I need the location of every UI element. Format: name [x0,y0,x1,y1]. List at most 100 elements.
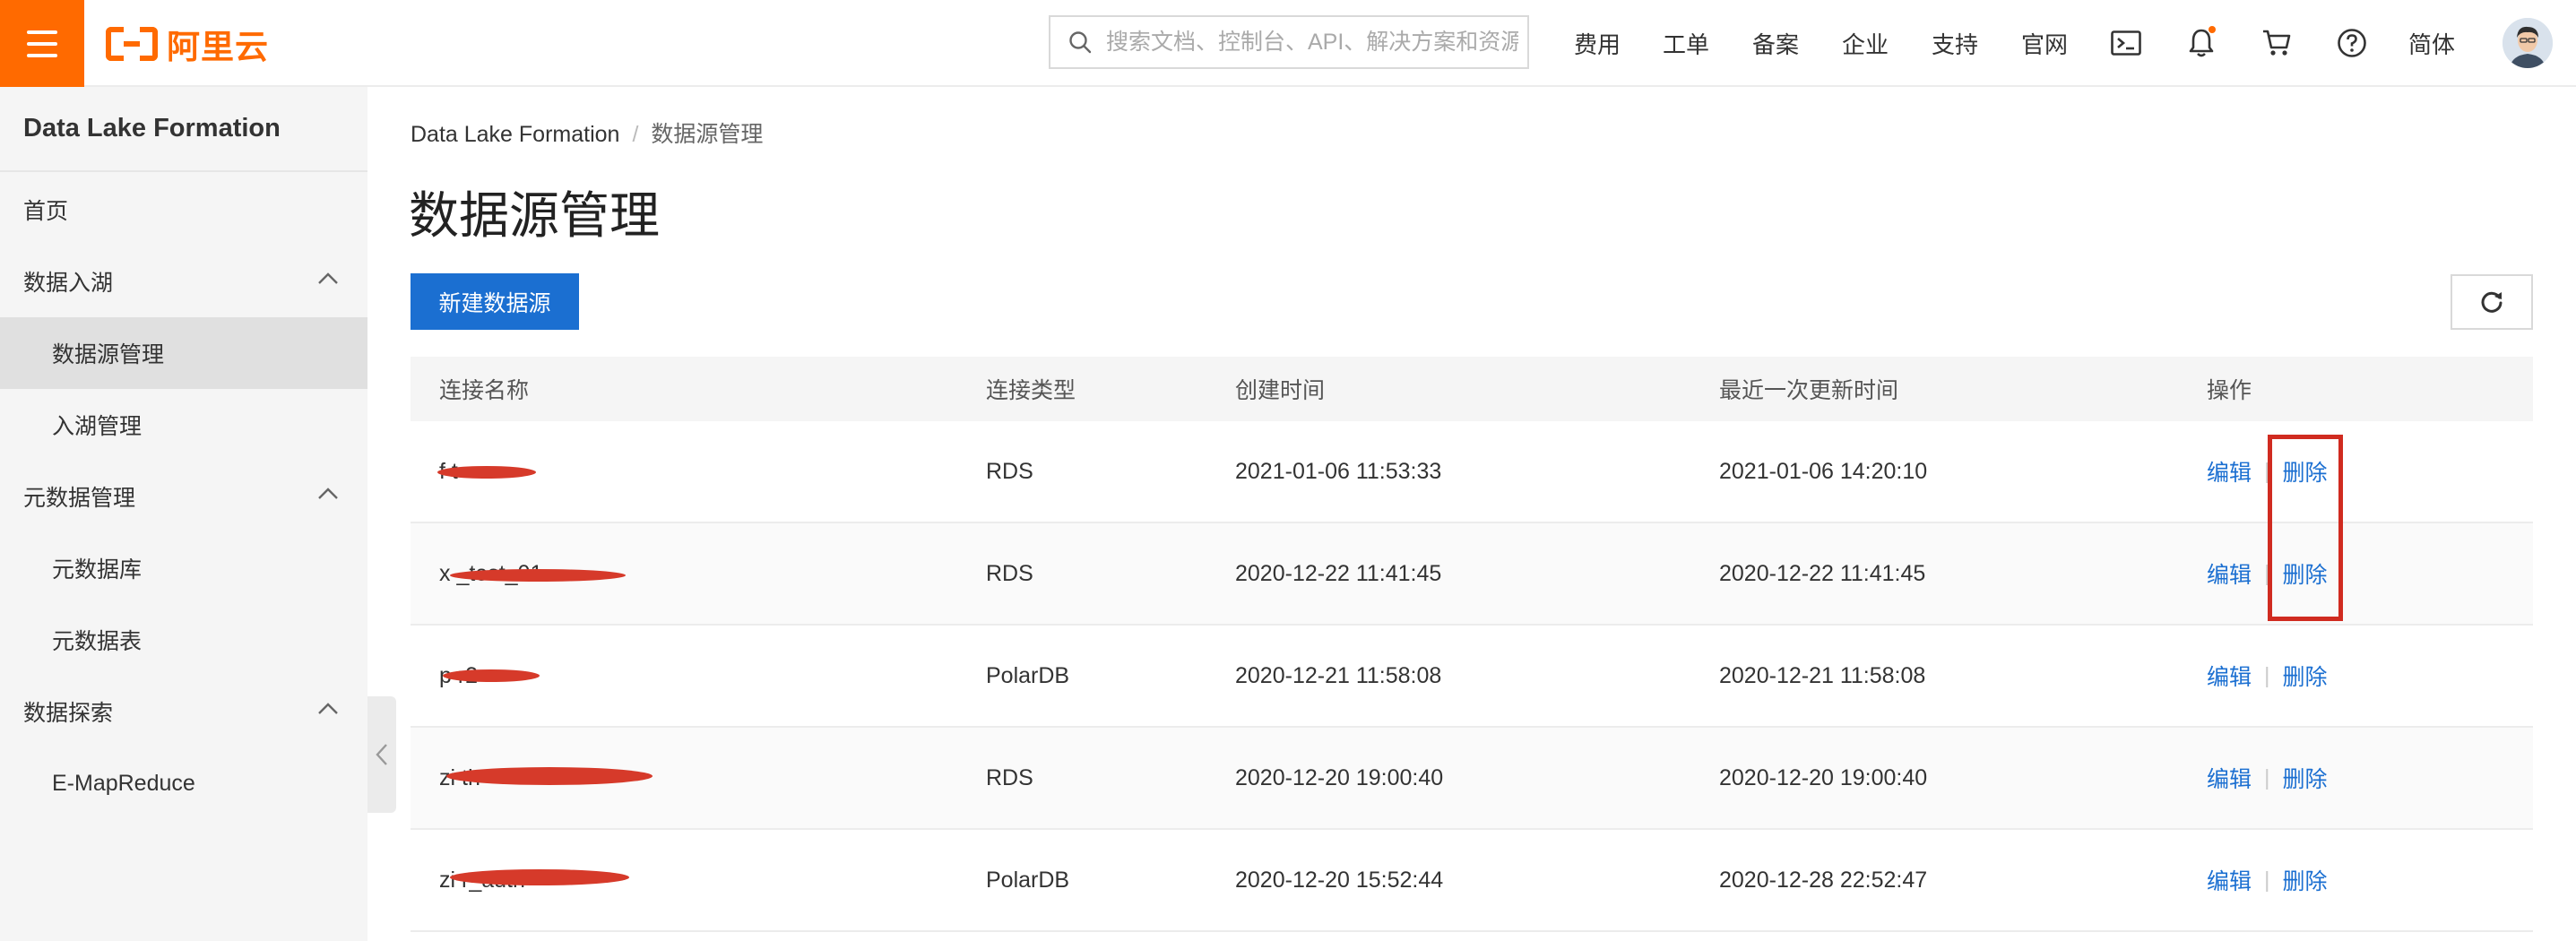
redaction-mark [443,669,540,682]
column-header-name: 连接名称 [439,378,530,403]
nav-link-enterprise[interactable]: 企业 [1842,27,1889,60]
sidebar-item-label: 元数据表 [52,629,143,654]
updated-time: 2020-12-21 11:58:08 [1719,662,1926,688]
edit-link[interactable]: 编辑 [2207,864,2252,896]
table-row: x _test_01 RDS 2020-12-22 11:41:45 2020-… [411,523,2533,626]
menu-icon[interactable] [0,0,84,87]
redaction-mark [450,869,629,885]
sidebar-item-home[interactable]: 首页 [0,174,367,246]
redaction-mark [446,767,653,785]
connection-type: RDS [986,764,1033,790]
created-time: 2020-12-21 11:58:08 [1235,662,1442,688]
refresh-button[interactable] [2451,274,2533,330]
column-header-created: 创建时间 [1235,378,1326,403]
updated-time: 2020-12-20 19:00:40 [1719,764,1928,790]
sidebar-item-label: 数据入湖 [23,271,114,296]
row-actions: 编辑 | 删除 [2207,728,2328,828]
table-header: 连接名称 连接类型 创建时间 最近一次更新时间 操作 [411,357,2533,421]
help-icon[interactable] [2334,25,2370,61]
column-header-actions: 操作 [2207,378,2252,403]
breadcrumb-root[interactable]: Data Lake Formation [411,122,619,147]
row-actions: 编辑 | 删除 [2207,626,2328,726]
cart-icon[interactable] [2259,25,2295,61]
table-row: f t RDS 2021-01-06 11:53:33 2021-01-06 1… [411,421,2533,523]
created-time: 2021-01-06 11:53:33 [1235,458,1442,484]
search-icon [1069,31,1092,54]
search-input[interactable] [1106,29,1518,56]
edit-link[interactable]: 编辑 [2207,660,2252,692]
nav-link-support[interactable]: 支持 [1932,27,1978,60]
logo-mark-icon [106,27,158,61]
nav-link-billing[interactable]: 费用 [1574,27,1621,60]
connection-type: RDS [986,458,1033,484]
sidebar: Data Lake Formation 首页 数据入湖 数据源管理 入湖管理 元… [0,87,367,941]
nav-link-tickets[interactable]: 工单 [1663,27,1709,60]
action-divider: | [2264,662,2270,688]
sidebar-title: Data Lake Formation [23,114,281,142]
updated-time: 2020-12-28 22:52:47 [1719,867,1928,893]
breadcrumb: Data Lake Formation / 数据源管理 [411,117,763,149]
action-divider: | [2264,764,2270,790]
delete-link[interactable]: 删除 [2283,864,2328,896]
delete-link[interactable]: 删除 [2283,762,2328,794]
created-time: 2020-12-20 19:00:40 [1235,764,1444,790]
language-switch[interactable]: 简体 [2408,27,2455,60]
chevron-left-icon [376,744,387,765]
chevron-up-icon [318,703,338,714]
page-title: 数据源管理 [409,187,660,244]
breadcrumb-separator: / [632,122,639,147]
sidebar-item-datasource-management[interactable]: 数据源管理 [0,317,367,389]
nav-link-icp[interactable]: 备案 [1752,27,1799,60]
breadcrumb-current: 数据源管理 [651,122,764,147]
action-divider: | [2264,867,2270,893]
edit-link[interactable]: 编辑 [2207,557,2252,590]
refresh-icon [2481,291,2503,313]
avatar[interactable] [2503,18,2553,68]
aliyun-logo[interactable]: 阿里云 [106,23,269,65]
bell-icon[interactable] [2183,25,2219,61]
table-row: zi th RDS 2020-12-20 19:00:40 2020-12-20… [411,728,2533,830]
updated-time: 2021-01-06 14:20:10 [1719,458,1928,484]
annotation-highlight-box [2268,435,2343,621]
notification-dot [2209,26,2216,33]
sidebar-item-label: 元数据管理 [23,486,136,511]
created-time: 2020-12-20 15:52:44 [1235,867,1444,893]
nav-link-official-site[interactable]: 官网 [2021,27,2068,60]
sidebar-item-label: 入湖管理 [52,414,143,439]
global-search[interactable] [1049,15,1529,69]
redaction-mark [437,466,536,479]
new-datasource-button[interactable]: 新建数据源 [411,273,579,330]
sidebar-item-label: 数据探索 [23,701,114,726]
column-header-type: 连接类型 [986,378,1076,403]
sidebar-collapse-toggle[interactable] [367,696,396,813]
updated-time: 2020-12-22 11:41:45 [1719,560,1926,586]
created-time: 2020-12-22 11:41:45 [1235,560,1442,586]
connection-type: RDS [986,560,1033,586]
sidebar-group-data-exploration[interactable]: 数据探索 [0,676,367,747]
table-row: zi r_auth PolarDB 2020-12-20 15:52:44 20… [411,830,2533,932]
sidebar-item-label: 元数据库 [52,557,143,583]
datasource-table: 连接名称 连接类型 创建时间 最近一次更新时间 操作 f t RDS 2021-… [411,357,2533,932]
sidebar-item-metadata-table[interactable]: 元数据表 [0,604,367,676]
sidebar-item-metadata-database[interactable]: 元数据库 [0,532,367,604]
edit-link[interactable]: 编辑 [2207,455,2252,488]
redaction-mark [450,569,626,582]
column-header-updated: 最近一次更新时间 [1719,378,1899,403]
terminal-icon[interactable] [2108,25,2144,61]
connection-type: PolarDB [986,867,1070,893]
edit-link[interactable]: 编辑 [2207,762,2252,794]
row-actions: 编辑 | 删除 [2207,830,2328,930]
connection-type: PolarDB [986,662,1070,688]
sidebar-item-emapreduce[interactable]: E-MapReduce [0,747,367,819]
table-row: p r2 PolarDB 2020-12-21 11:58:08 2020-12… [411,626,2533,728]
top-navigation-bar: 阿里云 费用 工单 备案 企业 支持 官网 简体 [0,0,2576,87]
sidebar-item-label: 首页 [23,199,69,224]
sidebar-item-label: E-MapReduce [52,770,195,796]
delete-link[interactable]: 删除 [2283,660,2328,692]
sidebar-group-metadata-management[interactable]: 元数据管理 [0,461,367,532]
sidebar-group-data-ingestion[interactable]: 数据入湖 [0,246,367,317]
sidebar-item-label: 数据源管理 [52,342,165,367]
sidebar-divider [0,170,367,172]
logo-text: 阿里云 [167,29,269,65]
sidebar-item-ingestion-management[interactable]: 入湖管理 [0,389,367,461]
